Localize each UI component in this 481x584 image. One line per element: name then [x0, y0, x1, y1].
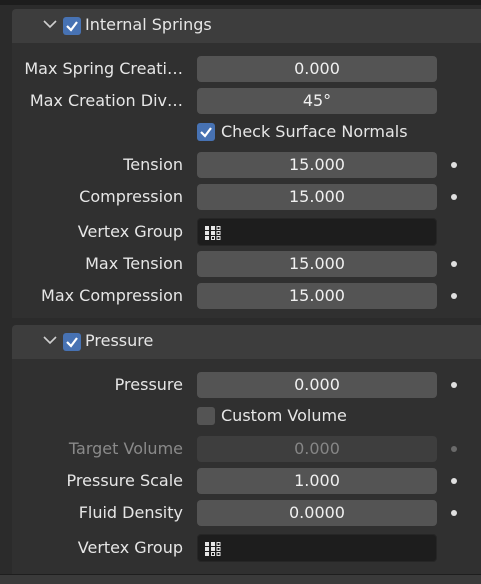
max-creation-diversion-field[interactable]: 45° — [197, 88, 437, 114]
tension-row: Tension 15.000 — [0, 151, 481, 179]
chevron-down-icon[interactable] — [43, 19, 57, 29]
tension-label: Tension — [123, 155, 183, 174]
pressure-title: Pressure — [85, 331, 154, 350]
internal-springs-header[interactable]: Internal Springs — [12, 9, 481, 43]
top-edge — [0, 0, 481, 5]
pressure-scale-label: Pressure Scale — [66, 471, 183, 490]
keyframe-dot-icon[interactable] — [451, 261, 457, 267]
checkmark-icon — [200, 127, 212, 138]
internal-springs-checkbox[interactable] — [63, 17, 81, 35]
keyframe-dot-icon[interactable] — [451, 382, 457, 388]
pressure-row: Pressure 0.000 — [0, 371, 481, 399]
max-spring-creation-row: Max Spring Creati… 0.000 — [0, 55, 481, 83]
max-tension-label: Max Tension — [85, 254, 183, 273]
fluid-density-field[interactable]: 0.0000 — [197, 500, 437, 526]
fluid-density-row: Fluid Density 0.0000 — [0, 499, 481, 527]
pressure-header[interactable]: Pressure — [12, 325, 481, 359]
vertex-group-icon — [205, 542, 221, 556]
max-tension-field[interactable]: 15.000 — [197, 251, 437, 277]
pressure-vertex-group-row: Vertex Group — [0, 534, 481, 562]
springs-vertex-group-field[interactable] — [197, 218, 437, 246]
springs-vertex-group-label: Vertex Group — [77, 222, 183, 241]
vertex-group-icon — [205, 226, 221, 240]
compression-field[interactable]: 15.000 — [197, 184, 437, 210]
compression-label: Compression — [79, 187, 183, 206]
pressure-checkbox[interactable] — [63, 333, 81, 351]
pressure-scale-row: Pressure Scale 1.000 — [0, 467, 481, 495]
max-spring-creation-label: Max Spring Creati… — [24, 59, 183, 78]
max-compression-field[interactable]: 15.000 — [197, 283, 437, 309]
tension-field[interactable]: 15.000 — [197, 152, 437, 178]
fluid-density-label: Fluid Density — [78, 503, 183, 522]
target-volume-label: Target Volume — [68, 439, 183, 458]
custom-volume-label[interactable]: Custom Volume — [221, 406, 347, 425]
target-volume-row: Target Volume 0.000 — [0, 435, 481, 463]
max-spring-creation-field[interactable]: 0.000 — [197, 56, 437, 82]
max-compression-row: Max Compression 15.000 — [0, 282, 481, 310]
check-surface-normals-checkbox[interactable] — [197, 123, 215, 141]
pressure-vertex-group-label: Vertex Group — [77, 538, 183, 557]
custom-volume-row: Custom Volume — [0, 403, 481, 431]
keyframe-dot-icon[interactable] — [451, 510, 457, 516]
pressure-vertex-group-field[interactable] — [197, 534, 437, 562]
max-creation-diversion-label: Max Creation Div… — [29, 91, 183, 110]
pressure-field[interactable]: 0.000 — [197, 372, 437, 398]
compression-row: Compression 15.000 — [0, 183, 481, 211]
keyframe-dot-icon[interactable] — [451, 478, 457, 484]
check-surface-normals-row: Check Surface Normals — [0, 119, 481, 147]
target-volume-field: 0.000 — [197, 436, 437, 462]
check-surface-normals-label[interactable]: Check Surface Normals — [221, 122, 408, 141]
springs-vertex-group-row: Vertex Group — [0, 218, 481, 246]
custom-volume-checkbox[interactable] — [197, 407, 215, 425]
keyframe-dot-icon[interactable] — [451, 194, 457, 200]
pressure-label: Pressure — [114, 375, 183, 394]
max-compression-label: Max Compression — [41, 286, 183, 305]
chevron-down-icon[interactable] — [43, 335, 57, 345]
max-tension-row: Max Tension 15.000 — [0, 250, 481, 278]
checkmark-icon — [66, 21, 78, 32]
keyframe-dot-icon[interactable] — [451, 293, 457, 299]
keyframe-dot-icon — [451, 446, 457, 452]
internal-springs-title: Internal Springs — [85, 15, 212, 34]
keyframe-dot-icon[interactable] — [451, 162, 457, 168]
checkmark-icon — [66, 337, 78, 348]
pressure-scale-field[interactable]: 1.000 — [197, 468, 437, 494]
max-creation-diversion-row: Max Creation Div… 45° — [0, 87, 481, 115]
